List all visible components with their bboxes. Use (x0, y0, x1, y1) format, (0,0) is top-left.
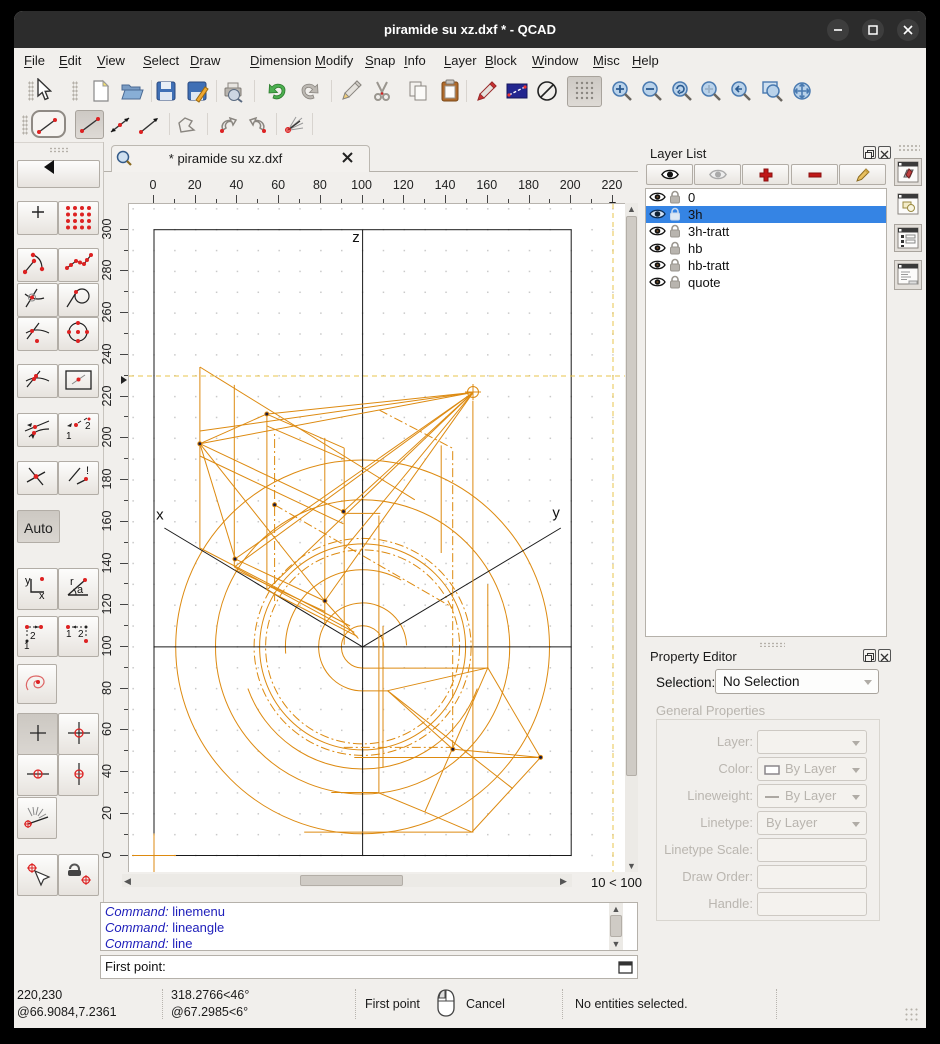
svg-text:1: 1 (66, 629, 72, 640)
svg-text:2: 2 (30, 631, 36, 642)
svg-text:2: 2 (85, 421, 91, 432)
svg-text:x: x (39, 590, 45, 602)
svg-text:a: a (77, 584, 84, 596)
svg-text:r: r (70, 576, 74, 588)
svg-text:z: z (352, 229, 360, 246)
svg-text:!: ! (86, 465, 89, 477)
svg-text:1: 1 (24, 641, 30, 651)
svg-text:2: 2 (78, 629, 84, 640)
svg-text:y: y (25, 575, 31, 587)
svg-text:y: y (552, 505, 560, 522)
svg-text:Auto: Auto (24, 520, 53, 536)
svg-text:x: x (156, 507, 164, 524)
svg-text:1: 1 (66, 431, 72, 442)
